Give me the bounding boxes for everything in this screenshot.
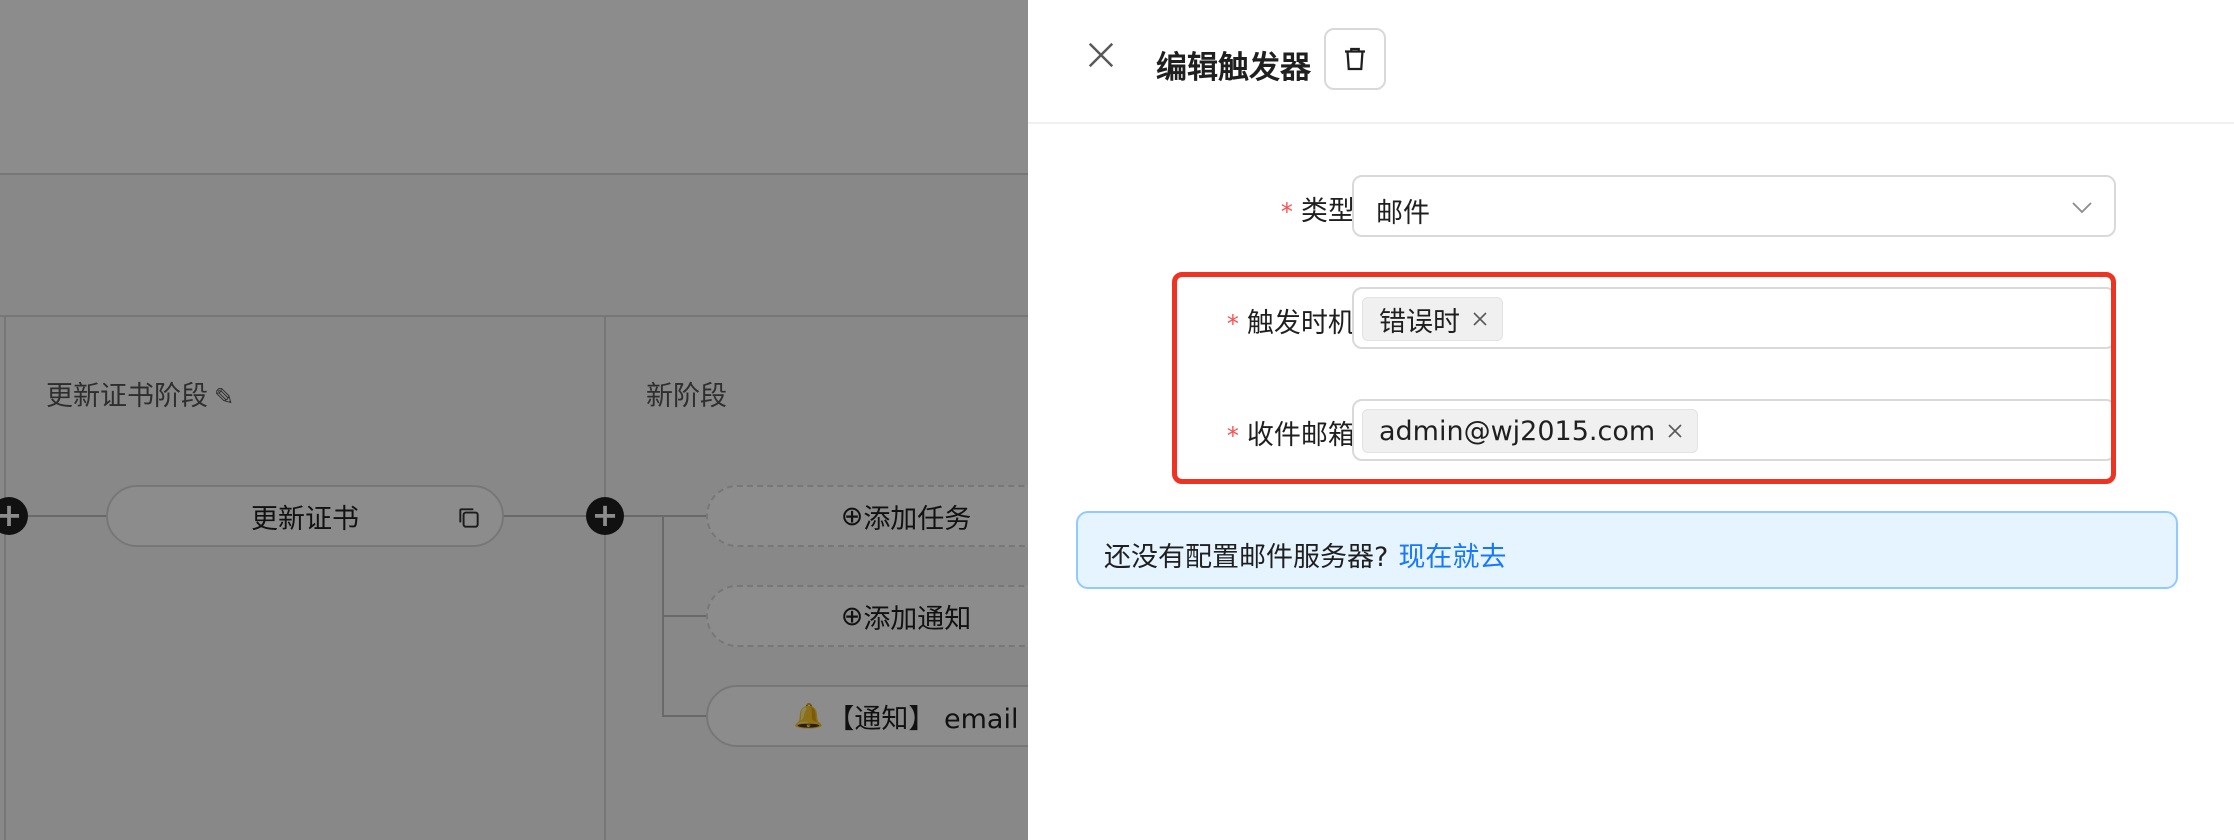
chevron-down-icon: [2072, 202, 2092, 214]
drawer-title: 编辑触发器: [1156, 50, 1311, 86]
type-select[interactable]: 邮件: [1352, 175, 2116, 237]
drawer-mask[interactable]: [0, 0, 1028, 840]
close-icon[interactable]: [1086, 40, 1116, 70]
edit-trigger-drawer: 编辑触发器 * 类型: 邮件 * 触发时机: 错误时 * 收件邮箱: admin…: [1028, 0, 2234, 840]
trash-icon: [1345, 47, 1365, 71]
go-now-link[interactable]: 现在就去: [1398, 542, 1506, 573]
alert-text: 还没有配置邮件服务器?: [1104, 542, 1389, 573]
highlight-annotation: [1172, 272, 2116, 484]
select-value: 邮件: [1376, 198, 1430, 229]
required-mark: *: [1280, 198, 1293, 226]
delete-button[interactable]: [1324, 28, 1386, 90]
alert-message: 还没有配置邮件服务器? 现在就去: [1104, 535, 1506, 574]
drawer-header: 编辑触发器: [1028, 0, 2234, 124]
form-item-type: * 类型: 邮件: [1028, 175, 2234, 237]
info-alert: 还没有配置邮件服务器? 现在就去: [1076, 511, 2178, 589]
